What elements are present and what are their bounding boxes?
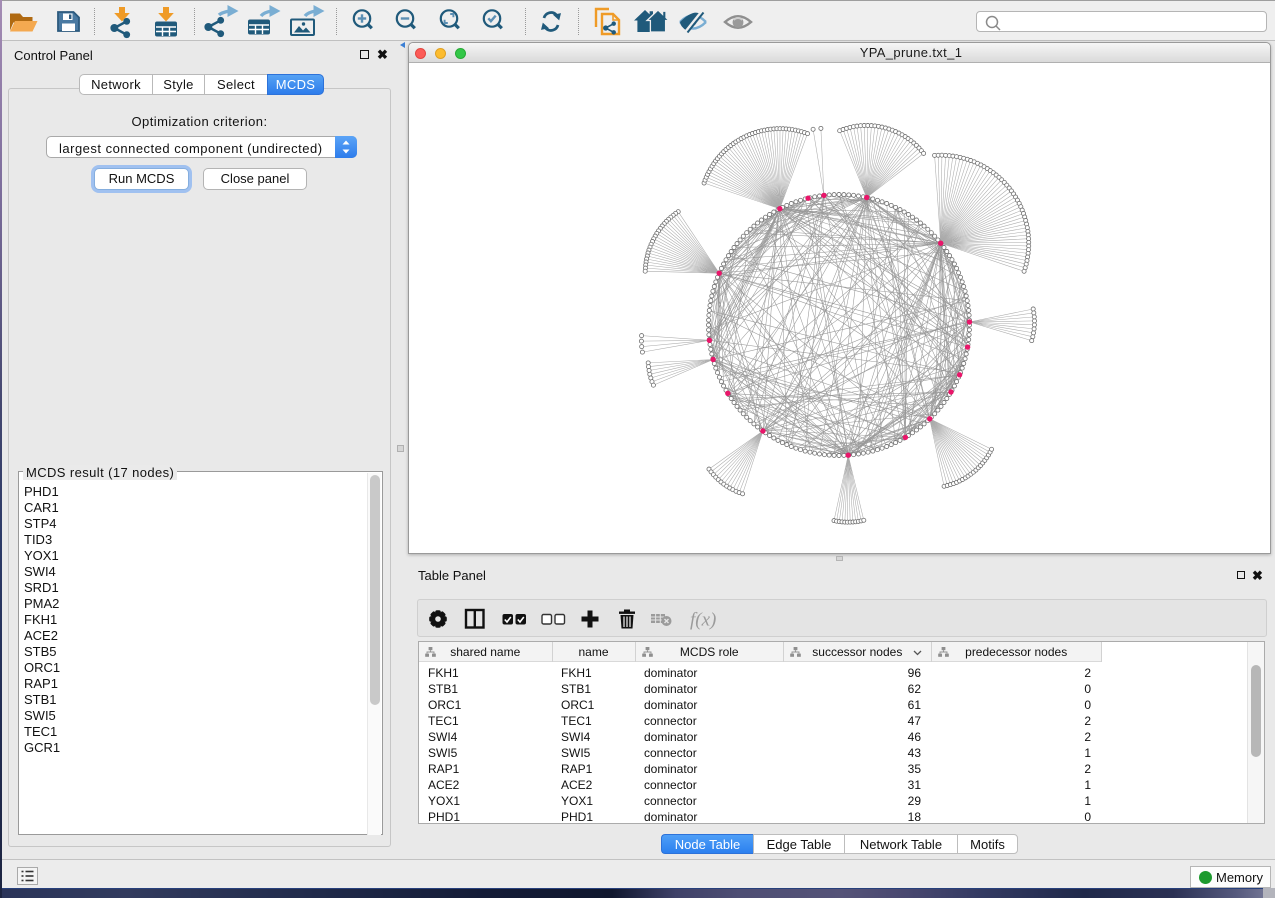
svg-text:f(x): f(x) [690, 610, 716, 631]
